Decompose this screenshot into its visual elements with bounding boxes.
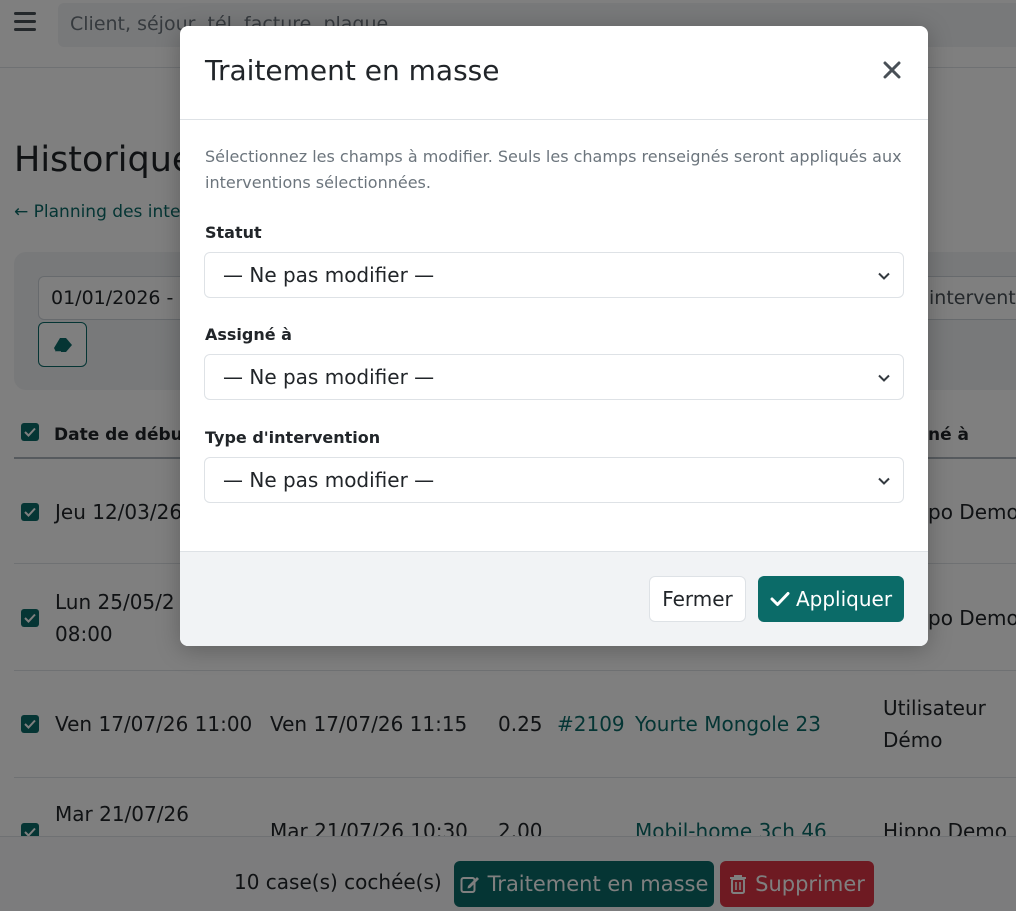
- modal-helper-text: Sélectionnez les champs à modifier. Seul…: [205, 147, 902, 192]
- chevron-down-icon: [878, 374, 890, 382]
- intervention-type-label: Type d'intervention: [205, 428, 381, 447]
- apply-label: Appliquer: [795, 587, 893, 611]
- intervention-type-select-value: — Ne pas modifier —: [223, 468, 435, 492]
- modal-header: Traitement en masse: [180, 26, 928, 120]
- chevron-down-icon: [878, 477, 890, 485]
- apply-button[interactable]: Appliquer: [758, 576, 904, 622]
- modal-close-button[interactable]: [880, 58, 904, 82]
- assigned-select[interactable]: — Ne pas modifier —: [204, 354, 904, 400]
- intervention-type-select[interactable]: — Ne pas modifier —: [204, 457, 904, 503]
- check-icon: [770, 592, 790, 606]
- status-label: Statut: [205, 223, 262, 242]
- status-select-value: — Ne pas modifier —: [223, 263, 435, 287]
- status-select[interactable]: — Ne pas modifier —: [204, 252, 904, 298]
- assigned-label: Assigné à: [205, 325, 292, 344]
- mass-edit-modal: Traitement en masse Sélectionnez les cha…: [180, 26, 928, 646]
- chevron-down-icon: [878, 272, 890, 280]
- assigned-select-value: — Ne pas modifier —: [223, 365, 435, 389]
- close-icon: [883, 61, 901, 79]
- modal-title: Traitement en masse: [205, 54, 500, 87]
- close-button[interactable]: Fermer: [649, 576, 746, 622]
